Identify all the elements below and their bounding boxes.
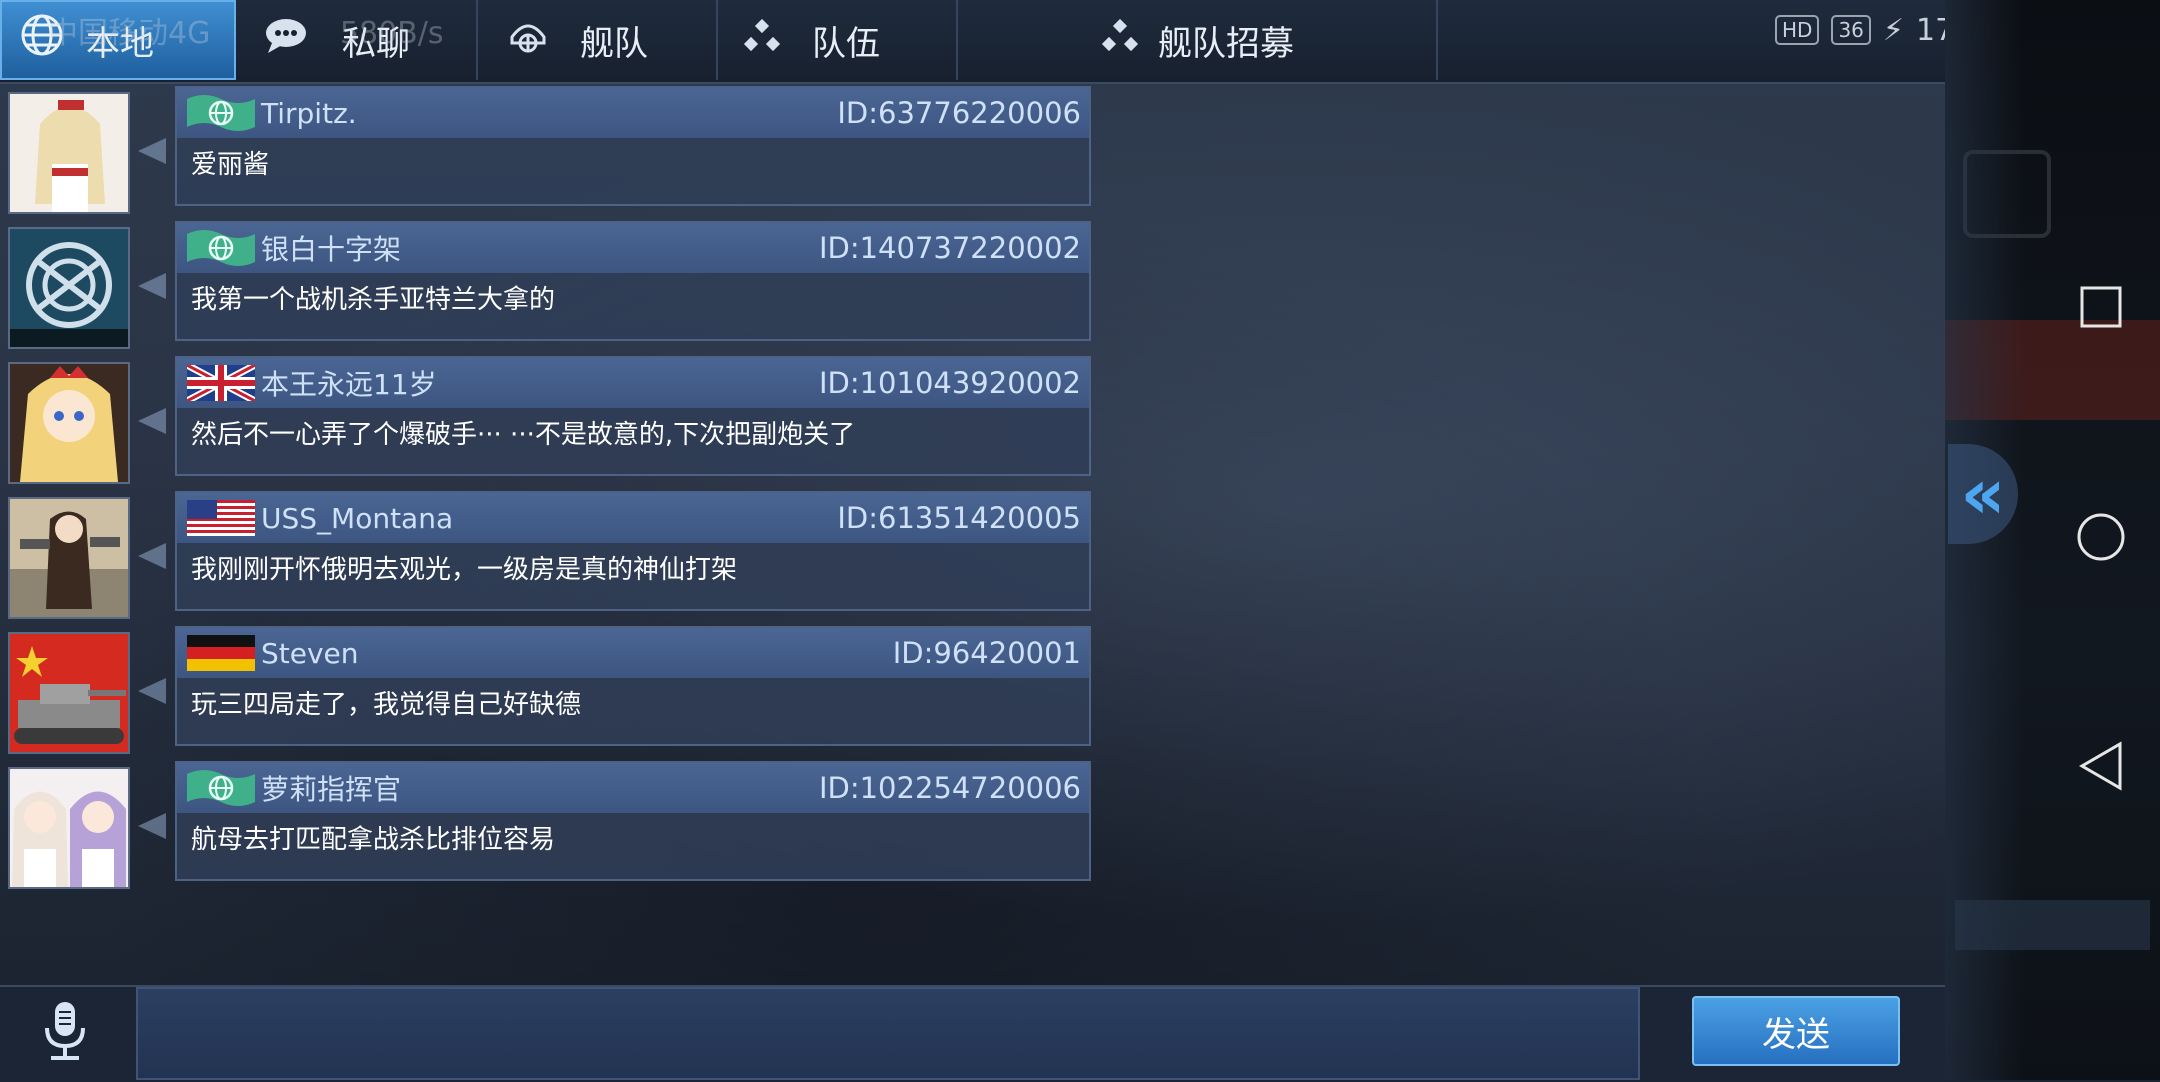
sender-id: ID:61351420005	[837, 501, 1081, 535]
avatar[interactable]	[8, 767, 130, 889]
message-text: 我刚刚开怀俄明去观光，一级房是真的神仙打架	[191, 555, 738, 585]
chat-message: 萝莉指挥官 ID:102254720006 航母去打匹配拿战杀比排位容易	[0, 761, 1100, 889]
message-pointer	[138, 543, 166, 569]
globe-green-flag-icon	[187, 230, 255, 266]
avatar[interactable]	[8, 497, 130, 619]
message-pointer	[138, 678, 166, 704]
sender-id: ID:96420001	[892, 636, 1081, 670]
sender-name[interactable]: 银白十字架	[261, 228, 401, 268]
message-text: 我第一个战机杀手亚特兰大拿的	[191, 285, 556, 315]
message-header: 本王永远11岁 ID:101043920002	[177, 358, 1089, 408]
message-header: Tirpitz. ID:63776220006	[177, 88, 1089, 138]
tab-fleet-recruit[interactable]: 舰队招募	[958, 0, 1438, 80]
battery-level: 36	[1831, 15, 1871, 45]
sender-name[interactable]: USS_Montana	[261, 502, 453, 535]
avatar[interactable]	[8, 632, 130, 754]
microphone-icon	[39, 1000, 91, 1066]
circle-icon	[2076, 512, 2126, 566]
tab-fleet[interactable]: 舰队	[478, 0, 718, 80]
sender-id: ID:140737220002	[818, 231, 1081, 265]
us-flag-icon	[187, 500, 255, 536]
message-bubble: USS_Montana ID:61351420005 我刚刚开怀俄明去观光，一级…	[175, 491, 1091, 611]
recent-apps-button[interactable]	[2078, 286, 2124, 332]
team-dots-icon	[1100, 17, 1140, 63]
message-bubble: 萝莉指挥官 ID:102254720006 航母去打匹配拿战杀比排位容易	[175, 761, 1091, 881]
square-icon	[2079, 285, 2123, 333]
avatar[interactable]	[8, 227, 130, 349]
team-dots-icon	[742, 17, 782, 63]
signal-icon: ⚡	[1882, 12, 1904, 48]
chat-message: Tirpitz. ID:63776220006 爱丽酱	[0, 86, 1100, 214]
fleet-helmet-icon	[506, 13, 550, 67]
double-chevron-left-icon: «	[1960, 453, 2006, 535]
chat-message: 银白十字架 ID:140737220002 我第一个战机杀手亚特兰大拿的	[0, 221, 1100, 349]
sender-id: ID:102254720006	[818, 771, 1081, 805]
message-header: 银白十字架 ID:140737220002	[177, 223, 1089, 273]
message-pointer	[138, 138, 166, 164]
message-header: USS_Montana ID:61351420005	[177, 493, 1089, 543]
uk-flag-icon	[187, 365, 255, 401]
system-status-overlay: 中国移动4G 580B/s	[48, 8, 443, 52]
message-header: 萝莉指挥官 ID:102254720006	[177, 763, 1089, 813]
back-button[interactable]	[2078, 741, 2124, 791]
message-input[interactable]	[136, 987, 1640, 1080]
sender-name[interactable]: Tirpitz.	[261, 97, 357, 130]
message-bubble: 银白十字架 ID:140737220002 我第一个战机杀手亚特兰大拿的	[175, 221, 1091, 341]
tab-team[interactable]: 队伍	[718, 0, 958, 80]
globe-green-flag-icon	[187, 95, 255, 131]
chat-message: Steven ID:96420001 玩三四局走了，我觉得自己好缺德	[0, 626, 1100, 754]
avatar[interactable]	[8, 362, 130, 484]
sender-name[interactable]: 萝莉指挥官	[261, 768, 401, 808]
tab-team-label: 队伍	[812, 23, 880, 64]
message-bubble: Steven ID:96420001 玩三四局走了，我觉得自己好缺德	[175, 626, 1091, 746]
home-button[interactable]	[2077, 513, 2125, 562]
message-text: 然后不一心弄了个爆破手··· ···不是故意的,下次把副炮关了	[191, 420, 856, 450]
send-button[interactable]: 发送	[1692, 996, 1900, 1066]
triangle-back-icon	[2078, 741, 2124, 795]
voice-input-button[interactable]	[0, 985, 130, 1080]
message-text: 航母去打匹配拿战杀比排位容易	[191, 825, 556, 855]
sender-id: ID:63776220006	[837, 96, 1081, 130]
globe-green-flag-icon	[187, 770, 255, 806]
chat-message: 本王永远11岁 ID:101043920002 然后不一心弄了个爆破手··· ·…	[0, 356, 1100, 484]
message-bubble: Tirpitz. ID:63776220006 爱丽酱	[175, 86, 1091, 206]
tab-fleet-label: 舰队	[580, 23, 648, 64]
message-text: 玩三四局走了，我觉得自己好缺德	[191, 690, 582, 720]
germany-flag-icon	[187, 635, 255, 671]
avatar[interactable]	[8, 92, 130, 214]
sender-name[interactable]: 本王永远11岁	[261, 363, 437, 403]
message-pointer	[138, 273, 166, 299]
sender-id: ID:101043920002	[818, 366, 1081, 400]
message-bubble: 本王永远11岁 ID:101043920002 然后不一心弄了个爆破手··· ·…	[175, 356, 1091, 476]
message-pointer	[138, 813, 166, 839]
hd-badge: HD	[1775, 15, 1820, 45]
carrier-text: 中国移动4G	[48, 16, 211, 51]
message-text: 爱丽酱	[191, 150, 270, 180]
tab-fleet-recruit-label: 舰队招募	[1158, 23, 1294, 64]
message-header: Steven ID:96420001	[177, 628, 1089, 678]
network-speed: 580B/s	[339, 16, 444, 51]
chat-message: USS_Montana ID:61351420005 我刚刚开怀俄明去观光，一级…	[0, 491, 1100, 619]
sender-name[interactable]: Steven	[261, 637, 359, 670]
message-pointer	[138, 408, 166, 434]
